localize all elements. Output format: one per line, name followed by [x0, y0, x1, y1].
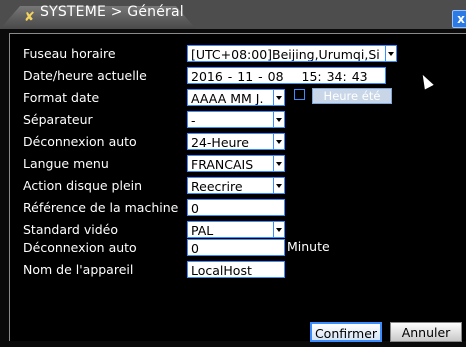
- settings-window: ✘ SYSTEME > Général x Fuseau horaire [UT…: [0, 0, 466, 347]
- window-title: SYSTEME > Général: [40, 4, 184, 20]
- auto-logout-input[interactable]: 0: [187, 239, 285, 256]
- timezone-value: [UTC+08:00]Beijing,Urumqi,Si: [191, 47, 380, 62]
- datetime-label: Date/heure actuelle: [23, 68, 147, 83]
- wrench-icon: ✘: [24, 10, 35, 25]
- language-value: FRANCAIS: [191, 157, 254, 172]
- video-standard-select[interactable]: PAL: [187, 221, 285, 238]
- date-format-select[interactable]: AAAA MM J.: [187, 89, 285, 106]
- chevron-down-icon: [273, 222, 284, 237]
- language-label: Langue menu: [23, 156, 109, 171]
- time-format-select[interactable]: 24-Heure: [187, 133, 285, 150]
- video-standard-value: PAL: [191, 223, 214, 238]
- chevron-down-icon: [385, 46, 396, 61]
- time-format-label: Déconnexion auto: [23, 134, 137, 149]
- dst-checkbox[interactable]: [294, 89, 305, 100]
- dst-button[interactable]: Heure été: [312, 88, 392, 104]
- chevron-down-icon: [273, 134, 284, 149]
- separator-value: -: [191, 113, 196, 128]
- disk-full-label: Action disque plein: [23, 178, 143, 193]
- cancel-button[interactable]: Annuler: [390, 322, 462, 342]
- timezone-label: Fuseau horaire: [23, 46, 116, 61]
- date-value[interactable]: 2016 - 11 - 08: [191, 69, 284, 83]
- chevron-down-icon: [273, 178, 284, 193]
- video-standard-label: Standard vidéo: [23, 222, 118, 237]
- device-name-label: Nom de l'appareil: [23, 262, 134, 277]
- chevron-down-icon: [273, 112, 284, 127]
- chevron-down-icon: [273, 90, 284, 105]
- confirm-button[interactable]: Confirmer: [310, 322, 382, 342]
- title-bar: ✘ SYSTEME > Général x: [0, 0, 466, 29]
- close-button[interactable]: x: [452, 10, 466, 28]
- disk-full-select[interactable]: Reecrire: [187, 177, 285, 194]
- machine-ref-label: Référence de la machine: [23, 200, 179, 215]
- machine-ref-input[interactable]: 0: [187, 199, 285, 216]
- date-format-label: Format date: [23, 90, 100, 105]
- time-value[interactable]: 15: 34: 43: [302, 69, 368, 83]
- separator-label: Séparateur: [23, 112, 93, 127]
- auto-logout-label: Déconnexion auto: [23, 240, 137, 255]
- language-select[interactable]: FRANCAIS: [187, 155, 285, 172]
- device-name-input[interactable]: LocalHost: [187, 261, 285, 278]
- timezone-select[interactable]: [UTC+08:00]Beijing,Urumqi,Si: [187, 45, 397, 62]
- separator-select[interactable]: -: [187, 111, 285, 128]
- time-format-value: 24-Heure: [191, 135, 249, 150]
- auto-logout-unit: Minute: [287, 239, 330, 254]
- date-format-value: AAAA MM J.: [191, 91, 264, 106]
- datetime-field[interactable]: 2016 - 11 - 08 15: 34: 43: [187, 67, 386, 84]
- chevron-down-icon: [273, 156, 284, 171]
- disk-full-value: Reecrire: [191, 179, 243, 194]
